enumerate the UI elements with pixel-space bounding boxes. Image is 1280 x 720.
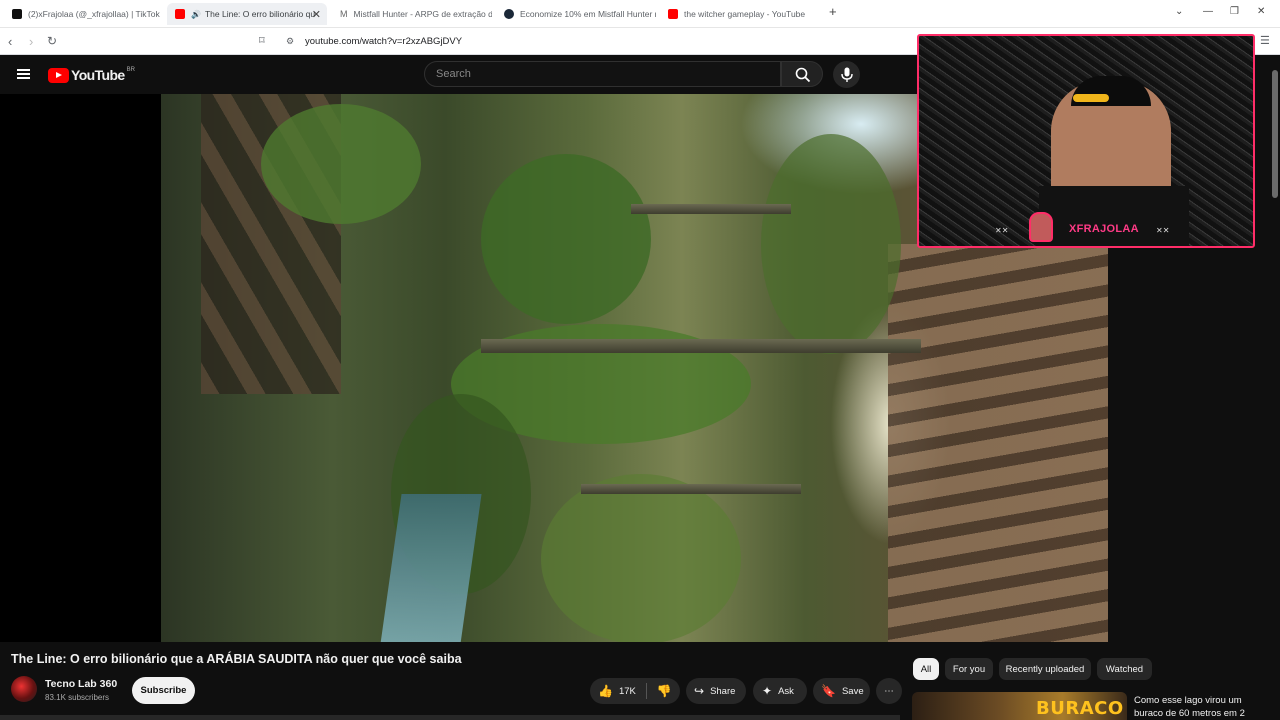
subscribe-button[interactable]: Subscribe — [132, 677, 195, 704]
chip-for-you[interactable]: For you — [945, 658, 993, 680]
audio-icon: 🔊 — [191, 9, 201, 19]
foliage — [481, 154, 651, 324]
steam-icon — [504, 9, 514, 19]
description-box-edge — [0, 715, 900, 720]
like-dislike-group: 👍 17K 👎 — [590, 678, 680, 704]
building-right — [888, 244, 1108, 642]
recommended-video-title[interactable]: Como esse lago virou um buraco de 60 met… — [1134, 694, 1269, 720]
streamer-name: XFRAJOLAA — [1069, 223, 1139, 235]
youtube-logo[interactable]: YouTube BR — [48, 67, 135, 83]
cap-brim — [1073, 94, 1109, 102]
subscriber-count: 83.1K subscribers — [45, 693, 110, 702]
ask-button[interactable]: ✦ Ask — [753, 678, 807, 704]
walkway — [631, 204, 791, 214]
webcam-mark-right: ✕✕ — [1156, 226, 1170, 235]
video-title: The Line: O erro bilionário que a ARÁBIA… — [11, 652, 462, 666]
reload-icon[interactable]: ↻ — [47, 34, 57, 48]
tab-title: (2)xFrajolaa (@_xfrajollaa) | TikTok — [28, 9, 160, 19]
chip-recently-uploaded[interactable]: Recently uploaded — [999, 658, 1091, 680]
bookmark-icon: 🔖 — [821, 684, 836, 698]
tab-youtube-active[interactable]: 🔊 The Line: O erro bilionário qu ✕ — [167, 3, 327, 25]
back-icon[interactable]: ‹ — [8, 34, 12, 49]
search-placeholder: Search — [436, 68, 471, 80]
thumbs-down-icon: 👎 — [656, 684, 672, 698]
new-tab-button[interactable]: + — [829, 4, 837, 19]
like-count: 17K — [618, 685, 636, 697]
dislike-button[interactable]: 👎 — [657, 684, 678, 698]
recommended-video-thumbnail[interactable]: BURACO — [912, 692, 1127, 720]
more-icon: ⋯ — [884, 685, 894, 697]
youtube-icon — [668, 9, 678, 19]
sparkle-icon: ✦ — [762, 684, 773, 698]
voice-search-button[interactable] — [833, 61, 860, 88]
tiktok-icon — [12, 9, 22, 19]
tab-mistfall[interactable]: M Mistfall Hunter - ARPG de extração d — [332, 3, 492, 25]
more-actions-button[interactable]: ⋯ — [876, 678, 902, 704]
search-input[interactable]: Search — [424, 61, 781, 87]
walkway — [581, 484, 801, 494]
tab-list-icon[interactable]: ⌄ — [1175, 6, 1183, 17]
foliage — [541, 474, 741, 642]
walkway — [481, 339, 921, 353]
webcam-mark-left: ✕✕ — [995, 226, 1009, 235]
chip-watched[interactable]: Watched — [1097, 658, 1152, 680]
tab-title: the witcher gameplay - YouTube — [684, 9, 806, 19]
search-button[interactable] — [781, 61, 823, 87]
bookmark-icon[interactable]: ⌑ — [259, 34, 265, 47]
thumbs-up-icon: 👍 — [598, 684, 613, 698]
thumbnail-text: BURACO — [1036, 698, 1124, 719]
url-field[interactable]: youtube.com/watch?v=r2xzABGjDVY — [305, 36, 462, 47]
ask-label: Ask — [778, 685, 794, 697]
foliage — [261, 104, 421, 224]
chip-all[interactable]: All — [913, 658, 939, 680]
tab-title: Mistfall Hunter - ARPG de extração d — [353, 9, 493, 19]
browser-tab-bar: (2)xFrajolaa (@_xfrajollaa) | TikTok 🔊 T… — [0, 0, 1280, 28]
hamburger-menu-icon[interactable] — [17, 69, 30, 79]
tab-tiktok[interactable]: (2)xFrajolaa (@_xfrajollaa) | TikTok — [4, 3, 164, 25]
avatar-badge-icon — [1029, 212, 1053, 242]
channel-avatar[interactable] — [11, 676, 37, 702]
close-tab-icon[interactable]: ✕ — [312, 8, 321, 21]
hoodie — [1039, 186, 1189, 246]
channel-name[interactable]: Tecno Lab 360 — [45, 678, 117, 690]
like-button[interactable]: 👍 17K — [598, 684, 636, 698]
divider — [645, 683, 647, 699]
forward-icon[interactable]: › — [29, 34, 33, 49]
tab-title: Economize 10% em Mistfall Hunter n — [520, 9, 656, 19]
restore-icon[interactable]: ❐ — [1230, 6, 1239, 17]
share-label: Share — [710, 685, 736, 697]
webcam-overlay: ✕✕ XFRAJOLAA ✕✕ — [917, 34, 1255, 248]
tab-witcher[interactable]: the witcher gameplay - YouTube — [660, 3, 820, 25]
minimize-icon[interactable]: — — [1203, 6, 1213, 17]
youtube-play-icon — [48, 67, 69, 83]
share-icon: ↪ — [694, 684, 705, 698]
site-info-icon[interactable]: ⚙ — [286, 36, 294, 47]
gmail-icon: M — [340, 9, 348, 19]
tab-steam[interactable]: Economize 10% em Mistfall Hunter n — [496, 3, 656, 25]
share-button[interactable]: ↪ Share — [686, 678, 746, 704]
scrollbar-thumb[interactable] — [1272, 70, 1278, 198]
close-window-icon[interactable]: ✕ — [1257, 6, 1265, 17]
foliage — [761, 134, 901, 354]
menu-icon[interactable]: ☰ — [1260, 34, 1270, 47]
save-button[interactable]: 🔖 Save — [813, 678, 870, 704]
tab-title: The Line: O erro bilionário qu — [204, 9, 316, 19]
youtube-icon — [175, 9, 185, 19]
logo-text: YouTube — [71, 67, 125, 83]
save-label: Save — [841, 685, 864, 697]
country-code: BR — [126, 67, 135, 73]
mic-icon — [841, 67, 853, 82]
search-icon — [795, 67, 811, 83]
